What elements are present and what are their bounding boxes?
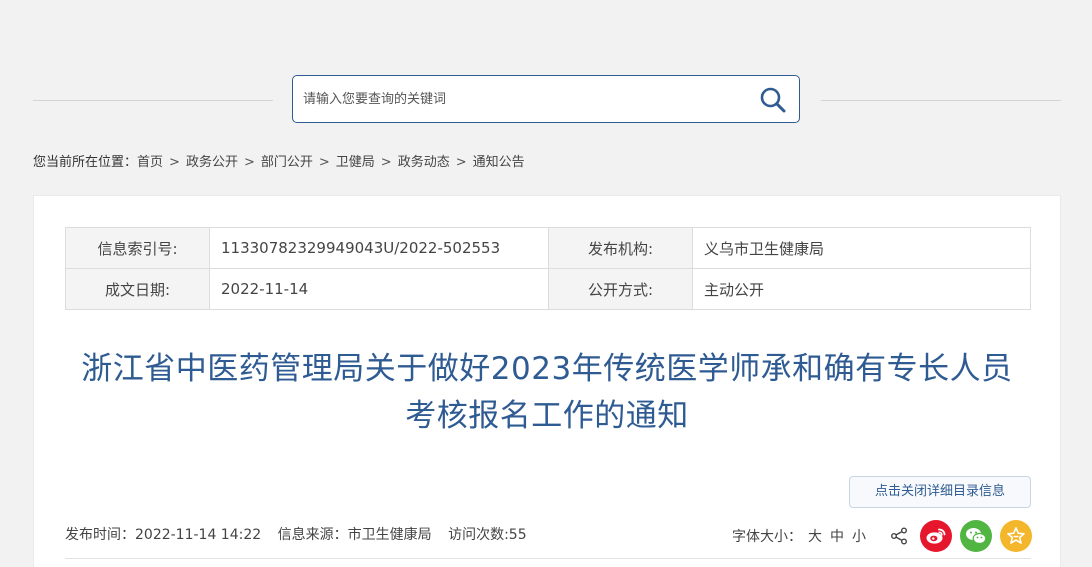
publisher-value: 义乌市卫生健康局 bbox=[692, 227, 1031, 269]
meta-row: 成文日期: 2022-11-14 公开方式: 主动公开 bbox=[65, 268, 1031, 310]
font-size-label: 字体大小： bbox=[732, 529, 802, 545]
breadcrumb-separator: > bbox=[318, 155, 330, 170]
method-value: 主动公开 bbox=[692, 268, 1031, 310]
search-divider-right bbox=[821, 100, 1061, 101]
index-label: 信息索引号: bbox=[65, 227, 210, 269]
font-size-medium[interactable]: 中 bbox=[830, 526, 844, 546]
breadcrumb-item-news[interactable]: 政务动态 bbox=[398, 155, 450, 170]
meta-row: 信息索引号: 11330782329949043U/2022-502553 发布… bbox=[65, 227, 1031, 269]
breadcrumb-separator: > bbox=[169, 155, 180, 170]
font-size-large[interactable]: 大 bbox=[808, 526, 822, 546]
article-title-line-2: 考核报名工作的通知 bbox=[405, 398, 689, 434]
weibo-icon[interactable] bbox=[920, 520, 952, 552]
meta-table: 信息索引号: 11330782329949043U/2022-502553 发布… bbox=[65, 227, 1031, 310]
article-info: 发布时间：2022-11-14 14:22 信息来源：市卫生健康局 访问次数:5… bbox=[65, 524, 539, 544]
date-label: 成文日期: bbox=[65, 268, 210, 310]
breadcrumb-item-health-bureau[interactable]: 卫健局 bbox=[336, 155, 375, 170]
breadcrumb-separator: > bbox=[455, 155, 467, 170]
date-value: 2022-11-14 bbox=[209, 268, 549, 310]
toggle-details-button[interactable]: 点击关闭详细目录信息 bbox=[849, 476, 1031, 508]
wechat-icon[interactable] bbox=[960, 520, 992, 552]
breadcrumb-item-notices[interactable]: 通知公告 bbox=[473, 155, 525, 170]
breadcrumb-item-government-affairs[interactable]: 政务公开 bbox=[186, 155, 238, 170]
visit-count: 访问次数:55 bbox=[448, 527, 527, 543]
search-divider-left bbox=[33, 100, 273, 101]
share-icon[interactable] bbox=[890, 527, 908, 545]
method-label: 公开方式: bbox=[548, 268, 693, 310]
breadcrumb: 您当前所在位置：首页 > 政务公开 > 部门公开 > 卫健局 > 政务动态 > 通知公告 bbox=[33, 151, 525, 170]
breadcrumb-item-home[interactable]: 首页 bbox=[137, 155, 163, 170]
article-title: 浙江省中医药管理局关于做好2023年传统医学师承和确有专长人员 考核报名工作的通… bbox=[34, 346, 1060, 440]
search-input[interactable] bbox=[303, 76, 743, 122]
article-card: 信息索引号: 11330782329949043U/2022-502553 发布… bbox=[33, 195, 1061, 567]
weibo-glyph bbox=[926, 528, 946, 544]
breadcrumb-separator: > bbox=[380, 155, 392, 170]
article-tools: 字体大小： 大 中 小 bbox=[732, 519, 1032, 553]
publish-time: 发布时间：2022-11-14 14:22 bbox=[65, 527, 262, 543]
publisher-label: 发布机构: bbox=[548, 227, 693, 269]
article-title-line-1: 浙江省中医药管理局关于做好2023年传统医学师承和确有专长人员 bbox=[81, 351, 1013, 387]
breadcrumb-prefix: 您当前所在位置： bbox=[33, 155, 138, 170]
star-glyph bbox=[1007, 527, 1025, 544]
search-icon[interactable] bbox=[759, 86, 787, 114]
content-divider bbox=[65, 558, 1031, 559]
search-box bbox=[292, 75, 800, 123]
wechat-glyph bbox=[966, 528, 987, 545]
breadcrumb-item-department[interactable]: 部门公开 bbox=[261, 155, 313, 170]
font-size-small[interactable]: 小 bbox=[852, 526, 866, 546]
page: 您当前所在位置：首页 > 政务公开 > 部门公开 > 卫健局 > 政务动态 > 通知公告 信息索引号… bbox=[0, 0, 1092, 567]
favorite-icon[interactable] bbox=[1000, 520, 1032, 552]
info-source: 信息来源：市卫生健康局 bbox=[277, 527, 432, 543]
index-value: 11330782329949043U/2022-502553 bbox=[209, 227, 549, 269]
breadcrumb-separator: > bbox=[243, 155, 255, 170]
